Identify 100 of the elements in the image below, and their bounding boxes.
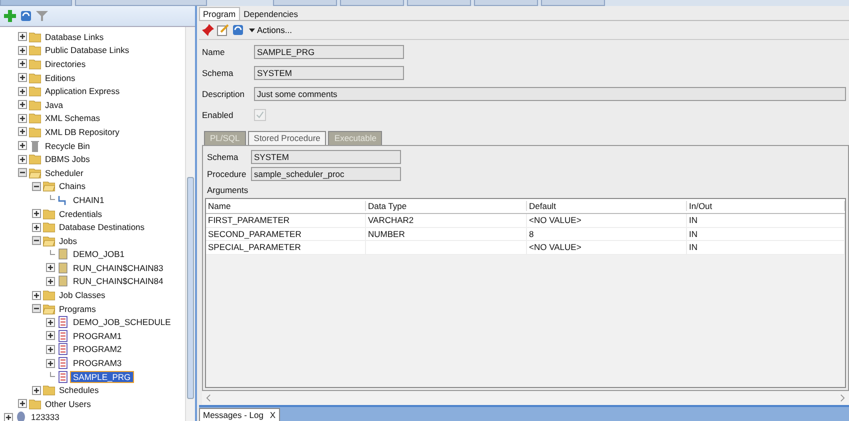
tree-item[interactable]: PROGRAM3 (71, 358, 124, 368)
column-header[interactable]: Name (206, 201, 366, 211)
expand-icon[interactable] (46, 331, 55, 340)
text-field[interactable]: SAMPLE_PRG (254, 44, 404, 58)
collapse-icon[interactable] (32, 304, 41, 314)
program-icon (57, 343, 69, 356)
expand-icon[interactable] (18, 127, 27, 136)
folder-icon (29, 166, 41, 179)
tree-item[interactable]: PROGRAM2 (71, 344, 124, 354)
column-header[interactable]: In/Out (687, 201, 845, 211)
scrollbar[interactable] (185, 27, 195, 421)
tree-item[interactable]: 123333 (29, 412, 62, 421)
close-button[interactable]: X (270, 410, 276, 420)
column-header[interactable]: Data Type (366, 201, 527, 211)
tree-item[interactable]: Application Express (43, 86, 122, 96)
collapse-icon[interactable] (18, 168, 27, 178)
tree-item[interactable]: Directories (43, 58, 88, 69)
folder-icon (43, 208, 55, 220)
tree-item[interactable]: Public Database Links (43, 45, 132, 56)
tree-item[interactable]: RUN_CHAIN$CHAIN83 (71, 262, 166, 273)
folder-icon (29, 85, 41, 98)
tree-item[interactable]: DEMO_JOB_SCHEDULE (71, 317, 173, 328)
editor-tab[interactable]: Dependencies (240, 8, 301, 20)
expand-icon[interactable] (18, 399, 27, 408)
folder-icon (29, 58, 41, 70)
table-cell: SPECIAL_PARAMETER (208, 242, 301, 252)
table-cell: IN (689, 242, 698, 252)
text-field[interactable]: SYSTEM (251, 150, 401, 164)
expand-icon[interactable] (18, 154, 27, 164)
expand-icon[interactable] (46, 358, 55, 368)
tree-item[interactable]: XML Schemas (43, 113, 102, 124)
horizontal-scrollbar[interactable] (202, 391, 849, 405)
tree-item[interactable]: DBMS Jobs (43, 154, 92, 164)
pin-icon[interactable] (202, 24, 214, 36)
tree-item[interactable]: Schedules (57, 385, 101, 396)
folder-icon (29, 126, 41, 138)
tree-item[interactable]: Credentials (57, 208, 104, 219)
expand-icon[interactable] (18, 46, 27, 55)
tree-item[interactable]: Database Destinations (57, 222, 147, 232)
expand-icon[interactable] (18, 100, 27, 110)
folder-icon (43, 289, 55, 302)
actions-menu-button[interactable]: Actions... (247, 25, 294, 35)
tree-item[interactable]: Scheduler (43, 168, 86, 178)
expand-icon[interactable] (18, 141, 27, 150)
expand-icon[interactable] (46, 276, 55, 286)
expand-icon[interactable] (18, 32, 27, 42)
folder-icon (43, 180, 55, 192)
tree-item[interactable]: XML DB Repository (43, 126, 122, 137)
expand-icon[interactable] (4, 412, 13, 421)
text-field[interactable]: SYSTEM (254, 66, 404, 80)
database-icon (15, 411, 27, 421)
table-cell: SECOND_PARAMETER (208, 228, 302, 239)
expand-icon[interactable] (32, 222, 41, 232)
tree-item[interactable]: PROGRAM1 (71, 330, 124, 341)
add-icon[interactable] (4, 10, 16, 22)
text-field[interactable]: Just some comments (254, 86, 846, 100)
expand-icon[interactable] (32, 386, 41, 395)
expand-icon[interactable] (18, 73, 27, 82)
sub-tab[interactable]: Stored Procedure (248, 131, 326, 145)
tree-item[interactable]: SAMPLE_PRG (71, 372, 133, 382)
editor-tab[interactable]: Program (199, 7, 240, 20)
table-cell: IN (689, 228, 698, 239)
expand-icon[interactable] (32, 209, 41, 218)
collapse-icon[interactable] (32, 236, 41, 246)
expand-icon[interactable] (46, 344, 55, 354)
expand-icon[interactable] (18, 86, 27, 96)
expand-icon[interactable] (18, 114, 27, 123)
collapse-icon[interactable] (32, 182, 41, 191)
scroll-right-icon[interactable] (840, 394, 845, 402)
tree-item[interactable]: CHAIN1 (71, 194, 106, 205)
tree-item[interactable]: Programs (57, 304, 98, 314)
table-cell: NUMBER (368, 228, 405, 239)
folder-icon (43, 302, 55, 315)
tree-item[interactable]: Job Classes (57, 290, 108, 300)
job-icon (57, 275, 69, 288)
tree-item[interactable]: Jobs (57, 236, 79, 246)
tree-item[interactable]: Recycle Bin (43, 140, 92, 151)
expand-icon[interactable] (18, 59, 27, 68)
folder-icon (43, 384, 55, 396)
tree-item[interactable]: Java (43, 100, 65, 110)
tree-item[interactable]: RUN_CHAIN$CHAIN84 (71, 276, 166, 286)
folder-icon (29, 44, 41, 56)
refresh-icon[interactable] (20, 10, 32, 22)
tree-item[interactable]: Other Users (43, 398, 93, 409)
messages-log-tab[interactable]: Messages - Log X (199, 408, 280, 421)
tree-item[interactable]: DEMO_JOB1 (71, 249, 126, 260)
tree-item[interactable]: Chains (57, 181, 88, 192)
scroll-left-icon[interactable] (206, 394, 211, 402)
edit-icon[interactable] (217, 24, 229, 36)
folder-icon (43, 221, 55, 234)
tree-item[interactable]: Database Links (43, 32, 106, 42)
column-header[interactable]: Default (527, 201, 687, 211)
folder-icon (29, 98, 41, 111)
expand-icon[interactable] (46, 263, 55, 272)
expand-icon[interactable] (32, 290, 41, 300)
expand-icon[interactable] (46, 318, 55, 327)
tree-item[interactable]: Editions (43, 72, 78, 83)
refresh-icon[interactable] (232, 24, 244, 36)
text-field[interactable]: sample_scheduler_proc (251, 166, 401, 180)
field-label: Enabled (202, 110, 234, 120)
